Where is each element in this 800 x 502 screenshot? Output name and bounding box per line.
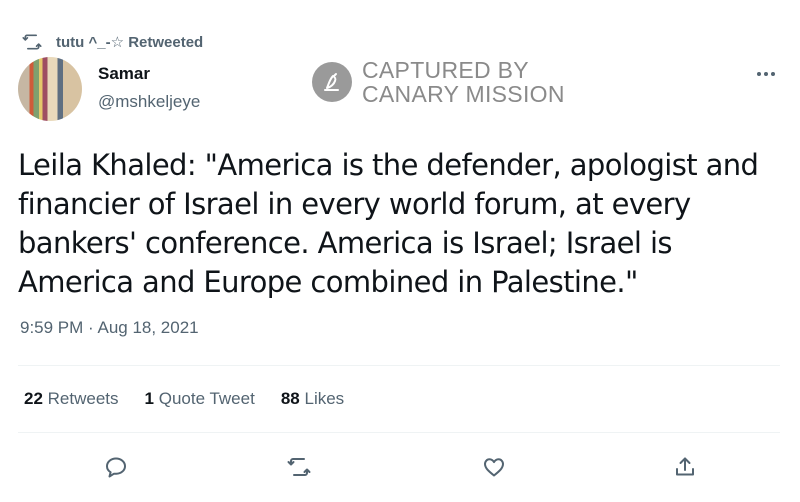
quote-tweets-stat[interactable]: 1 Quote Tweet <box>145 389 255 409</box>
canary-seal-icon <box>312 62 352 102</box>
likes-label: Likes <box>304 389 345 408</box>
retweet-icon <box>22 32 42 52</box>
likes-count: 88 <box>280 389 300 408</box>
author-display-name[interactable]: Samar <box>98 64 150 84</box>
like-icon[interactable] <box>481 454 507 480</box>
retweets-label: Retweets <box>47 389 119 408</box>
tweet-timestamp[interactable]: 9:59 PM · Aug 18, 2021 <box>20 318 199 338</box>
quote-tweets-count: 1 <box>144 389 154 408</box>
retweet-context-text: tutu ^_-☆ Retweeted <box>56 34 204 51</box>
more-options-icon[interactable] <box>752 64 780 84</box>
divider <box>18 365 780 366</box>
retweets-stat[interactable]: 22 Retweets <box>24 389 119 409</box>
likes-stat[interactable]: 88 Likes <box>281 389 344 409</box>
watermark-line-1: CAPTURED BY <box>362 57 529 83</box>
share-icon[interactable] <box>672 454 698 480</box>
tweet-text: Leila Khaled: "America is the defender, … <box>18 148 759 299</box>
retweets-count: 22 <box>24 389 43 408</box>
reply-icon[interactable] <box>103 454 129 480</box>
engagement-stats: 22 Retweets 1 Quote Tweet 88 Likes <box>24 389 370 409</box>
quote-tweets-label: Quote Tweet <box>158 389 255 408</box>
avatar[interactable] <box>18 57 82 121</box>
retweet-icon[interactable] <box>286 454 312 480</box>
author-handle[interactable]: @mshkeljeye <box>98 92 200 112</box>
watermark: CAPTURED BY CANARY MISSION <box>312 58 565 106</box>
divider <box>18 432 780 433</box>
watermark-line-2: CANARY MISSION <box>362 81 565 107</box>
retweet-context[interactable]: tutu ^_-☆ Retweeted <box>22 31 203 53</box>
